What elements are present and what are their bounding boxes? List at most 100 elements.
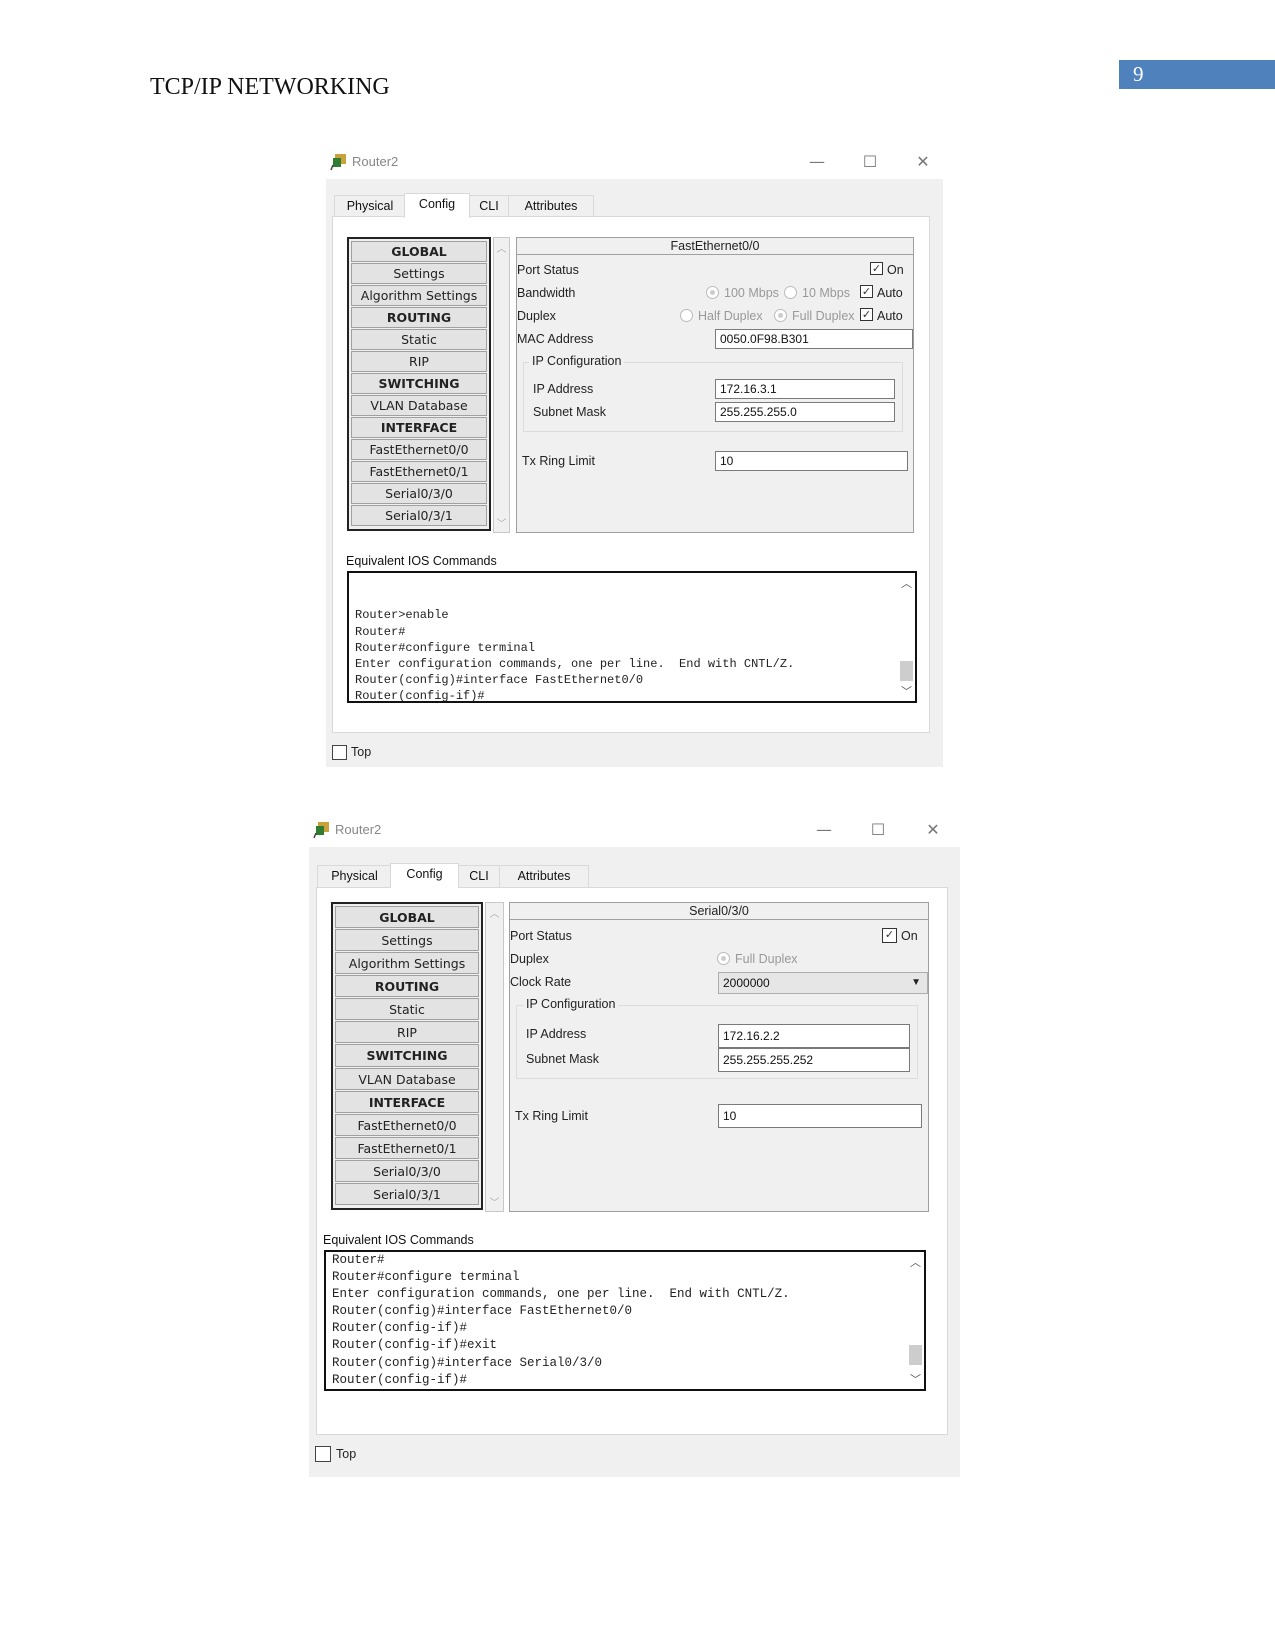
tx-ring-limit-field[interactable]: 10 bbox=[715, 451, 908, 471]
nav-scrollbar[interactable]: ︿ ﹀ bbox=[485, 902, 504, 1212]
bandwidth-100-radio[interactable] bbox=[706, 286, 719, 299]
mac-address-field[interactable]: 0050.0F98.B301 bbox=[715, 329, 913, 349]
nav-item[interactable]: FastEthernet0/1 bbox=[335, 1136, 479, 1159]
tab-config[interactable]: Config bbox=[390, 863, 459, 888]
bandwidth-auto-label: Auto bbox=[877, 286, 903, 300]
title-bar[interactable]: Router2 — ☐ ✕ bbox=[326, 147, 943, 179]
nav-item[interactable]: FastEthernet0/0 bbox=[335, 1113, 479, 1136]
tab-cli[interactable]: CLI bbox=[457, 865, 501, 887]
ip-address-label: IP Address bbox=[533, 382, 594, 396]
nav-item[interactable]: RIP bbox=[335, 1021, 479, 1044]
ios-command-line: ​ bbox=[355, 591, 794, 607]
nav-item[interactable]: Settings bbox=[335, 929, 479, 952]
tx-ring-limit-label: Tx Ring Limit bbox=[515, 1109, 588, 1123]
close-button[interactable]: ✕ bbox=[920, 819, 946, 841]
nav-section-header[interactable]: ROUTING bbox=[351, 307, 487, 328]
bandwidth-auto-checkbox[interactable]: ✓ bbox=[860, 285, 873, 298]
ios-command-lines: Router# Router#configure terminal Enter co… bbox=[332, 1252, 790, 1389]
title-bar[interactable]: Router2 — ☐ ✕ bbox=[309, 815, 960, 847]
nav-item[interactable]: FastEthernet0/1 bbox=[351, 461, 487, 482]
nav-item[interactable]: Static bbox=[335, 998, 479, 1021]
scroll-thumb[interactable] bbox=[900, 661, 913, 681]
nav-item[interactable]: Serial0/3/0 bbox=[335, 1159, 479, 1182]
tab-bar: Physical Config CLI Attributes bbox=[334, 193, 634, 218]
ios-command-line: Router(config)#interface FastEthernet0/0 bbox=[355, 673, 644, 688]
full-duplex-radio[interactable] bbox=[774, 309, 787, 322]
nav-section-header[interactable]: INTERFACE bbox=[335, 1090, 479, 1113]
nav-item[interactable]: FastEthernet0/0 bbox=[351, 439, 487, 460]
full-duplex-radio[interactable] bbox=[717, 952, 730, 965]
clock-rate-select[interactable]: 2000000 ▼ bbox=[718, 972, 928, 994]
subnet-mask-field[interactable]: 255.255.255.252 bbox=[718, 1048, 910, 1072]
scroll-up-icon[interactable]: ︿ bbox=[494, 240, 509, 255]
nav-item[interactable]: VLAN Database bbox=[335, 1067, 479, 1090]
scroll-down-icon[interactable]: ﹀ bbox=[907, 1371, 924, 1387]
nav-scrollbar[interactable]: ︿ ﹀ bbox=[493, 237, 510, 533]
bandwidth-10-radio[interactable] bbox=[784, 286, 797, 299]
port-status-checkbox[interactable]: ✓ bbox=[882, 928, 897, 943]
nav-section-header[interactable]: INTERFACE bbox=[351, 417, 487, 438]
nav-section-header[interactable]: GLOBAL bbox=[351, 241, 487, 262]
ip-configuration-label: IP Configuration bbox=[523, 997, 619, 1011]
scroll-up-icon[interactable]: ︿ bbox=[486, 905, 503, 920]
nav-section-header[interactable]: SWITCHING bbox=[335, 1044, 479, 1067]
top-label: Top bbox=[336, 1447, 357, 1461]
config-nav-list: GLOBAL Settings Algorithm Settings ROUTING S… bbox=[331, 902, 483, 1210]
ios-command-line: Router(config-if)#exit bbox=[332, 1338, 498, 1353]
tx-ring-limit-label: Tx Ring Limit bbox=[522, 454, 595, 468]
ip-address-field[interactable]: 172.16.3.1 bbox=[715, 379, 895, 399]
scroll-down-icon[interactable]: ﹀ bbox=[898, 683, 915, 699]
subnet-mask-field[interactable]: 255.255.255.0 bbox=[715, 402, 895, 422]
router-icon bbox=[330, 154, 346, 171]
full-duplex-label: Full Duplex bbox=[735, 952, 798, 966]
ios-commands-console[interactable]: ​​Router>enableRouter#Router#configure t… bbox=[347, 571, 917, 703]
nav-item[interactable]: RIP bbox=[351, 351, 487, 372]
half-duplex-radio[interactable] bbox=[680, 309, 693, 322]
nav-item[interactable]: Settings bbox=[351, 263, 487, 284]
minimize-button[interactable]: — bbox=[804, 151, 830, 173]
nav-section-header[interactable]: SWITCHING bbox=[351, 373, 487, 394]
interface-panel: FastEthernet0/0 Port Status ✓ On Bandwid… bbox=[516, 237, 914, 533]
ios-command-lines: ​​Router>enableRouter#Router#configure t… bbox=[355, 575, 794, 701]
scroll-up-icon[interactable]: ︿ bbox=[898, 575, 915, 591]
port-status-label: Port Status bbox=[510, 929, 572, 943]
page-header-title: TCP/IP NETWORKING bbox=[150, 74, 390, 100]
nav-item[interactable]: Serial0/3/1 bbox=[351, 505, 487, 526]
tab-physical[interactable]: Physical bbox=[317, 865, 392, 887]
nav-item[interactable]: Algorithm Settings bbox=[335, 952, 479, 975]
scroll-thumb[interactable] bbox=[909, 1345, 922, 1365]
port-status-label: Port Status bbox=[517, 263, 579, 277]
minimize-button[interactable]: — bbox=[811, 819, 837, 841]
scroll-down-icon[interactable]: ﹀ bbox=[486, 1194, 503, 1209]
bandwidth-10-label: 10 Mbps bbox=[802, 286, 850, 300]
nav-item[interactable]: Static bbox=[351, 329, 487, 350]
maximize-button[interactable]: ☐ bbox=[865, 819, 891, 841]
maximize-button[interactable]: ☐ bbox=[857, 151, 883, 173]
console-scrollbar[interactable]: ︿ ﹀ bbox=[898, 573, 915, 701]
scroll-down-icon[interactable]: ﹀ bbox=[494, 515, 509, 530]
nav-section-header[interactable]: GLOBAL bbox=[335, 906, 479, 929]
nav-item[interactable]: Serial0/3/0 bbox=[351, 483, 487, 504]
tab-cli[interactable]: CLI bbox=[468, 195, 510, 217]
top-checkbox[interactable] bbox=[332, 745, 347, 760]
scroll-up-icon[interactable]: ︿ bbox=[907, 1254, 924, 1270]
ios-commands-console[interactable]: Router# Router#configure terminal Enter co… bbox=[324, 1250, 926, 1391]
nav-item[interactable]: Algorithm Settings bbox=[351, 285, 487, 306]
duplex-auto-checkbox[interactable]: ✓ bbox=[860, 308, 873, 321]
tx-ring-limit-field[interactable]: 10 bbox=[718, 1104, 922, 1128]
clock-rate-label: Clock Rate bbox=[510, 975, 572, 989]
port-status-on-label: On bbox=[901, 929, 918, 943]
port-status-checkbox[interactable]: ✓ bbox=[870, 262, 883, 275]
ip-address-field[interactable]: 172.16.2.2 bbox=[718, 1024, 910, 1048]
page-number: 9 bbox=[1119, 60, 1275, 89]
console-scrollbar[interactable]: ︿ ﹀ bbox=[907, 1252, 924, 1389]
tab-attributes[interactable]: Attributes bbox=[508, 195, 594, 217]
top-checkbox[interactable] bbox=[315, 1446, 331, 1462]
nav-section-header[interactable]: ROUTING bbox=[335, 975, 479, 998]
nav-item[interactable]: VLAN Database bbox=[351, 395, 487, 416]
tab-attributes[interactable]: Attributes bbox=[499, 865, 589, 887]
nav-item[interactable]: Serial0/3/1 bbox=[335, 1182, 479, 1205]
tab-physical[interactable]: Physical bbox=[334, 195, 406, 217]
tab-config[interactable]: Config bbox=[404, 193, 470, 218]
close-button[interactable]: ✕ bbox=[910, 151, 936, 173]
